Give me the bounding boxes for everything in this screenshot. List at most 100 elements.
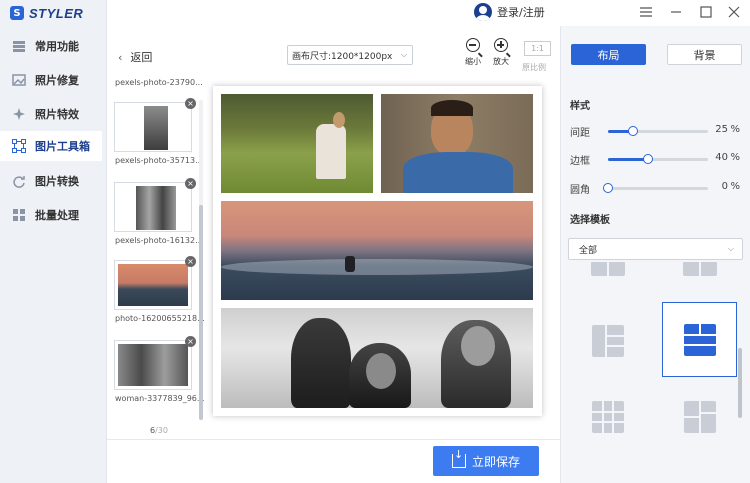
sidebar-item-label: 照片修复 bbox=[35, 74, 79, 87]
thumbnail-image bbox=[118, 106, 188, 150]
spacing-value: 25 bbox=[715, 124, 728, 135]
template-filter-value: 全部 bbox=[579, 245, 598, 256]
collage-photo-three-friends[interactable] bbox=[221, 308, 533, 408]
slider-track[interactable] bbox=[608, 154, 708, 164]
border-value: 40 bbox=[715, 152, 728, 163]
style-section-title: 样式 bbox=[570, 101, 590, 112]
template-option-selected[interactable] bbox=[662, 302, 737, 377]
remove-thumbnail-icon[interactable]: × bbox=[185, 256, 196, 267]
zoom-in-button[interactable]: 放大 bbox=[486, 38, 516, 67]
thumbnail-label: woman-3377839_96... bbox=[115, 394, 205, 403]
photo-restore-icon bbox=[12, 73, 26, 87]
zoom-in-icon bbox=[494, 38, 508, 52]
canvas-size-value: 画布尺寸:1200*1200px bbox=[292, 51, 393, 62]
download-icon bbox=[451, 448, 466, 468]
minimize-icon[interactable] bbox=[668, 4, 684, 20]
zoom-out-icon bbox=[466, 38, 480, 52]
border-slider[interactable]: 边框 40 % bbox=[570, 152, 740, 167]
border-label: 边框 bbox=[570, 156, 590, 167]
spacing-label: 间距 bbox=[570, 128, 590, 139]
sidebar-item-common[interactable]: 常用功能 bbox=[0, 31, 102, 61]
zoom-out-label: 缩小 bbox=[465, 57, 481, 66]
tab-layout[interactable]: 布局 bbox=[571, 44, 646, 65]
sidebar-item-convert[interactable]: 图片转换 bbox=[0, 166, 102, 196]
tab-background[interactable]: 背景 bbox=[667, 44, 742, 65]
page-total: /30 bbox=[155, 426, 168, 435]
slider-knob[interactable] bbox=[628, 126, 638, 136]
layers-icon bbox=[12, 39, 26, 53]
original-ratio-button[interactable]: 1:1 bbox=[524, 41, 551, 56]
logo-badge-icon: S bbox=[10, 6, 24, 20]
thumbnail-image bbox=[118, 186, 188, 230]
slider-track[interactable] bbox=[608, 126, 708, 136]
sidebar-item-batch[interactable]: 批量处理 bbox=[0, 200, 102, 230]
thumbnail-label: pexels-photo-16132... bbox=[115, 236, 203, 245]
thumbnail-image bbox=[118, 264, 188, 306]
spacing-slider[interactable]: 间距 25 % bbox=[570, 124, 740, 139]
thumbnail-list[interactable]: pexels-photo-23790... × pexels-photo-357… bbox=[110, 72, 208, 422]
sidebar-item-label: 批量处理 bbox=[35, 209, 79, 222]
chevron-left-icon: ‹ bbox=[118, 50, 123, 64]
app-name: STYLER bbox=[29, 5, 84, 21]
thumbnail-image bbox=[118, 344, 188, 386]
corner-radius-unit: % bbox=[730, 181, 740, 192]
maximize-icon[interactable] bbox=[698, 4, 714, 20]
thumbnail-item[interactable]: × bbox=[114, 98, 196, 152]
sparkle-icon bbox=[12, 107, 26, 121]
collage-photo-surfer[interactable] bbox=[221, 201, 533, 300]
app-logo: S STYLER bbox=[10, 4, 83, 22]
back-button[interactable]: ‹ 返回 bbox=[118, 49, 152, 65]
user-avatar-icon bbox=[474, 3, 492, 21]
template-grid[interactable] bbox=[560, 262, 738, 439]
save-now-label: 立即保存 bbox=[471, 454, 520, 469]
corner-radius-label: 圆角 bbox=[570, 185, 590, 196]
template-option[interactable] bbox=[570, 303, 645, 378]
thumbnail-label: pexels-photo-35713... bbox=[115, 156, 203, 165]
remove-thumbnail-icon[interactable]: × bbox=[185, 178, 196, 189]
zoom-in-label: 放大 bbox=[493, 57, 509, 66]
sidebar: S STYLER 常用功能 照片修复 照片特效 图片工具箱 图片转换 批量处理 bbox=[0, 0, 107, 483]
batch-icon bbox=[12, 208, 26, 222]
slider-knob[interactable] bbox=[643, 154, 653, 164]
canvas-size-select[interactable]: 画布尺寸:1200*1200px ⌵ bbox=[287, 45, 413, 65]
thumbnail-label: photo-16200655218... bbox=[115, 314, 205, 323]
collage-canvas[interactable] bbox=[213, 86, 542, 416]
slider-track[interactable] bbox=[603, 183, 708, 193]
zoom-out-button[interactable]: 缩小 bbox=[458, 38, 488, 67]
sidebar-item-photo-restore[interactable]: 照片修复 bbox=[0, 65, 102, 95]
collage-photo-smiling-man[interactable] bbox=[381, 94, 533, 193]
border-unit: % bbox=[730, 152, 740, 163]
save-now-button[interactable]: 立即保存 bbox=[433, 446, 539, 476]
template-option[interactable] bbox=[662, 379, 737, 439]
template-option[interactable] bbox=[570, 379, 645, 439]
menu-icon[interactable] bbox=[638, 4, 654, 20]
close-icon[interactable] bbox=[726, 4, 742, 20]
remove-thumbnail-icon[interactable]: × bbox=[185, 98, 196, 109]
thumbnail-scrollbar-thumb[interactable] bbox=[199, 205, 203, 420]
thumbnail-item[interactable]: × bbox=[114, 178, 196, 232]
chevron-down-icon: ⌵ bbox=[400, 50, 407, 59]
template-section-title: 选择模板 bbox=[570, 215, 610, 226]
sidebar-item-toolbox[interactable]: 图片工具箱 bbox=[0, 131, 102, 161]
convert-icon bbox=[12, 174, 26, 188]
template-filter-select[interactable]: 全部 ⌵ bbox=[568, 238, 743, 260]
toolbox-icon bbox=[12, 139, 26, 153]
template-scrollbar[interactable] bbox=[738, 348, 742, 418]
template-option[interactable] bbox=[570, 262, 645, 297]
sidebar-item-label: 常用功能 bbox=[35, 40, 79, 53]
thumbnail-item[interactable]: × bbox=[114, 336, 196, 390]
login-register-link[interactable]: 登录/注册 bbox=[474, 3, 545, 21]
slider-fill bbox=[608, 158, 648, 161]
collage-photo-woman-reading[interactable] bbox=[221, 94, 373, 193]
slider-knob[interactable] bbox=[603, 183, 613, 193]
thumbnail-label: pexels-photo-23790... bbox=[115, 78, 203, 87]
sidebar-item-label: 照片特效 bbox=[35, 108, 79, 121]
thumbnail-item[interactable]: × bbox=[114, 256, 196, 310]
corner-radius-slider[interactable]: 圆角 0 % bbox=[570, 181, 740, 196]
page-indicator: 6/30 bbox=[150, 426, 168, 435]
sidebar-item-photo-effects[interactable]: 照片特效 bbox=[0, 99, 102, 129]
template-option[interactable] bbox=[662, 262, 737, 297]
original-ratio-label: 原比例 bbox=[522, 63, 546, 72]
sidebar-item-label: 图片工具箱 bbox=[35, 140, 90, 153]
remove-thumbnail-icon[interactable]: × bbox=[185, 336, 196, 347]
